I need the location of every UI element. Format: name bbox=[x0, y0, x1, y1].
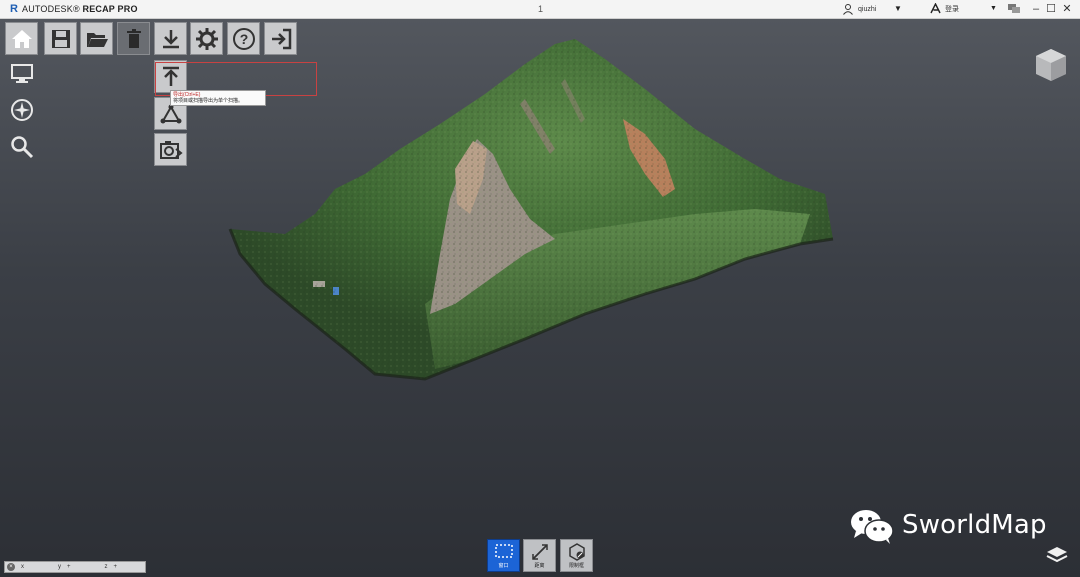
layers-icon[interactable] bbox=[1046, 545, 1068, 565]
trash-icon bbox=[126, 28, 141, 48]
measure-icon bbox=[531, 544, 548, 560]
settings-button[interactable] bbox=[190, 22, 223, 55]
open-button[interactable] bbox=[80, 22, 113, 55]
window-select-label: 窗口 bbox=[498, 563, 509, 569]
app-title: AUTODESK® RECAP PRO bbox=[22, 4, 138, 14]
folder-open-icon bbox=[86, 32, 108, 47]
help-icon: ? bbox=[232, 27, 255, 50]
save-button[interactable] bbox=[44, 22, 77, 55]
window-select-button[interactable]: 窗口 bbox=[487, 539, 520, 572]
autodesk-a-icon bbox=[930, 3, 941, 14]
window-select-icon bbox=[494, 544, 513, 558]
chat-icon[interactable] bbox=[1007, 3, 1021, 15]
delete-button[interactable] bbox=[117, 22, 150, 55]
recap-logo-icon: R bbox=[10, 3, 18, 15]
watermark: SworldMap bbox=[848, 505, 1047, 545]
exit-button[interactable] bbox=[264, 22, 297, 55]
watermark-text: SworldMap bbox=[902, 510, 1047, 540]
display-icon[interactable] bbox=[10, 62, 34, 86]
user-name: qiuzhi bbox=[858, 5, 877, 13]
tooltip-description: 将项目或扫描导出为单个扫描。 bbox=[173, 98, 244, 104]
view-cube-icon[interactable] bbox=[1034, 47, 1068, 83]
signin-dropdown-caret-icon[interactable]: ▼ bbox=[990, 5, 997, 12]
status-close-icon[interactable]: × bbox=[7, 563, 15, 571]
status-z: z bbox=[104, 564, 108, 570]
download-icon bbox=[162, 29, 179, 48]
exit-icon bbox=[271, 28, 291, 49]
measure-label: 距离 bbox=[534, 563, 545, 569]
limit-box-label: 限制框 bbox=[568, 563, 584, 569]
status-y: y bbox=[58, 564, 61, 570]
help-button[interactable]: ? bbox=[227, 22, 260, 55]
screenshot-button[interactable] bbox=[154, 133, 187, 166]
navigate-wheel-icon[interactable] bbox=[10, 98, 34, 122]
home-button[interactable] bbox=[5, 22, 38, 55]
svg-text:?: ? bbox=[239, 31, 248, 47]
signin-label: 登录 bbox=[945, 5, 959, 13]
measure-button[interactable]: 距离 bbox=[523, 539, 556, 572]
search-icon[interactable] bbox=[10, 135, 34, 159]
status-x: x bbox=[21, 564, 24, 570]
a360-signin[interactable]: 登录 bbox=[930, 3, 959, 14]
user-menu[interactable]: qiuzhi bbox=[842, 3, 876, 15]
user-icon bbox=[843, 4, 853, 15]
minimize-button[interactable]: – bbox=[1030, 2, 1042, 16]
camera-icon bbox=[159, 140, 183, 159]
maximize-button[interactable]: ☐ bbox=[1045, 2, 1057, 16]
user-dropdown-caret-icon[interactable]: ▼ bbox=[894, 4, 902, 13]
title-bar: R AUTODESK® RECAP PRO 1 qiuzhi ▼ 登录 ▼ – … bbox=[0, 0, 1080, 19]
limit-box-icon bbox=[568, 543, 585, 561]
home-icon bbox=[11, 29, 32, 48]
export-button[interactable] bbox=[154, 22, 187, 55]
status-plus-2: + bbox=[113, 564, 118, 570]
export-tooltip: 导出(Ctrl+E) 将项目或扫描导出为单个扫描。 bbox=[170, 90, 266, 106]
gear-icon bbox=[195, 27, 218, 50]
window-center-text: 1 bbox=[538, 4, 544, 14]
close-button[interactable]: ✕ bbox=[1061, 2, 1073, 16]
status-plus-1: + bbox=[67, 564, 71, 570]
save-icon bbox=[51, 29, 70, 48]
point-cloud-terrain[interactable] bbox=[225, 39, 840, 384]
wechat-icon bbox=[851, 510, 894, 544]
coordinate-status-bar: × x y + z + bbox=[4, 561, 146, 573]
limit-box-button[interactable]: 限制框 bbox=[560, 539, 593, 572]
